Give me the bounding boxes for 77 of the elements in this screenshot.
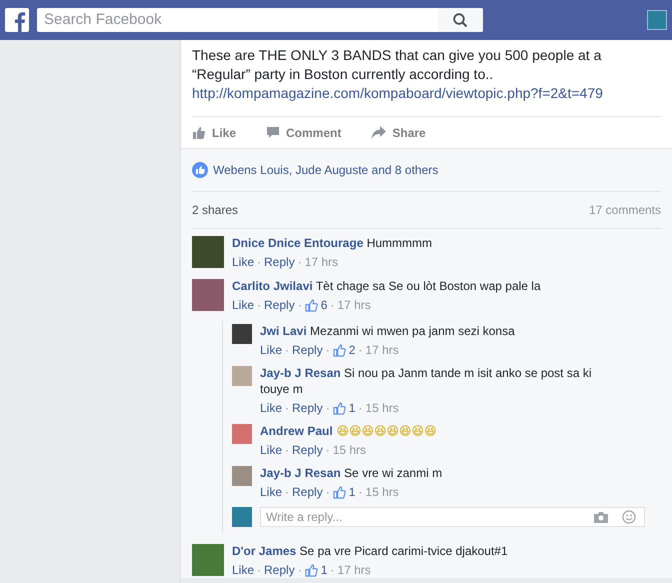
avatar-photo[interactable] — [192, 544, 224, 576]
post-text: These are THE ONLY 3 BANDS that can give you 500 people at a “Regular” party in Boston currently according to.. — [192, 46, 602, 84]
separator-dot: · — [285, 400, 290, 416]
post-link[interactable]: http://kompamagazine.com/kompaboard/viewtopic.php?f=2&t=479 — [192, 84, 661, 103]
shares-count[interactable]: 2 shares — [192, 201, 238, 219]
comment-text: Jwi Lavi Mezanmi wi mwen pa janm sezi konsa — [260, 323, 516, 339]
separator-dot: · — [330, 297, 334, 313]
separator-dot: · — [257, 254, 262, 270]
like-count[interactable]: 6 — [320, 297, 328, 313]
avatar-photo — [232, 507, 252, 527]
separator-dot: · — [326, 342, 330, 358]
reply-box[interactable]: Write a reply... — [260, 507, 645, 527]
speech-bubble-icon — [266, 126, 280, 139]
separator-dot: · — [330, 562, 334, 578]
thumbs-up-icon — [332, 402, 346, 414]
thumbs-up-icon — [332, 344, 346, 356]
reply-link[interactable]: Reply — [292, 400, 323, 416]
reply-input[interactable]: Write a reply... — [266, 508, 580, 526]
comment-text: Jay-b J Resan Si nou pa Janm tande m isit anko se post sa ki touye m — [260, 365, 593, 397]
separator-dot: · — [326, 400, 330, 416]
avatar-photo[interactable] — [232, 466, 252, 486]
like-count[interactable]: 1 — [348, 484, 356, 500]
like-count[interactable]: 2 — [348, 342, 356, 358]
avatar-photo[interactable] — [232, 324, 252, 344]
like-link[interactable]: Like — [260, 442, 282, 458]
thumbs-up-icon — [192, 162, 208, 178]
separator-dot: · — [257, 297, 262, 313]
thumbs-up-icon — [304, 298, 318, 312]
like-link[interactable]: Like — [260, 400, 282, 416]
likes-summary[interactable]: Webens Louis, Jude Auguste and 8 others — [213, 161, 438, 179]
separator-dot: · — [285, 442, 290, 458]
search-icon — [453, 12, 468, 28]
separator-dot: · — [298, 297, 302, 313]
separator-dot: · — [285, 342, 290, 358]
avatar[interactable] — [647, 10, 667, 30]
comment-text: D'or James Se pa vre Picard carimi-tvice djakout#1 — [232, 543, 509, 559]
avatar-photo[interactable] — [192, 236, 224, 268]
like-link[interactable]: Like — [260, 342, 282, 358]
separator-dot: · — [285, 484, 290, 500]
smiley-icon[interactable] — [622, 510, 636, 524]
camera-icon[interactable] — [594, 512, 608, 522]
like-count[interactable]: 1 — [320, 562, 328, 578]
separator-dot: · — [326, 484, 330, 500]
like-link[interactable]: Like — [232, 254, 254, 270]
reply-link[interactable]: Reply — [264, 254, 295, 270]
separator-dot: · — [326, 442, 330, 458]
logo-icon[interactable] — [5, 8, 29, 32]
share-button[interactable]: Share — [371, 124, 426, 142]
thumbs-up-icon — [192, 126, 206, 140]
separator-dot: · — [358, 484, 362, 500]
reply-link[interactable]: Reply — [292, 442, 323, 458]
avatar-photo[interactable] — [232, 366, 252, 386]
like-link[interactable]: Like — [232, 297, 254, 313]
thumbs-up-icon — [304, 564, 318, 576]
comment-button[interactable]: Comment — [266, 124, 342, 142]
thumbs-up-icon — [332, 486, 346, 498]
comment-text: Jay-b J Resan Se vre wi zanmi m — [260, 465, 444, 481]
share-arrow-icon — [371, 126, 386, 139]
separator-dot: · — [358, 400, 362, 416]
like-link[interactable]: Like — [232, 562, 254, 578]
reply-link[interactable]: Reply — [292, 484, 323, 500]
reply-link[interactable]: Reply — [264, 562, 295, 578]
like-link[interactable]: Like — [260, 484, 282, 500]
avatar-photo[interactable] — [192, 279, 224, 311]
comment-text: Dnice Dnice Entourage Hummmmm — [232, 235, 434, 251]
comment-text: Andrew Paul 😆😆😆😆😆😆😆😆 — [260, 423, 438, 439]
like-count[interactable]: 1 — [348, 400, 356, 416]
comment-text: Carlito Jwilavi Tèt chage sa Se ou lòt Boston wap pale la — [232, 278, 542, 294]
separator-dot: · — [298, 562, 302, 578]
separator-dot: · — [298, 254, 302, 270]
search-button[interactable] — [438, 8, 483, 32]
separator-dot: · — [358, 342, 362, 358]
reply-link[interactable]: Reply — [292, 342, 323, 358]
avatar-photo[interactable] — [232, 424, 252, 444]
like-button[interactable]: Like — [192, 124, 236, 142]
separator-dot: · — [257, 562, 262, 578]
reply-link[interactable]: Reply — [264, 297, 295, 313]
